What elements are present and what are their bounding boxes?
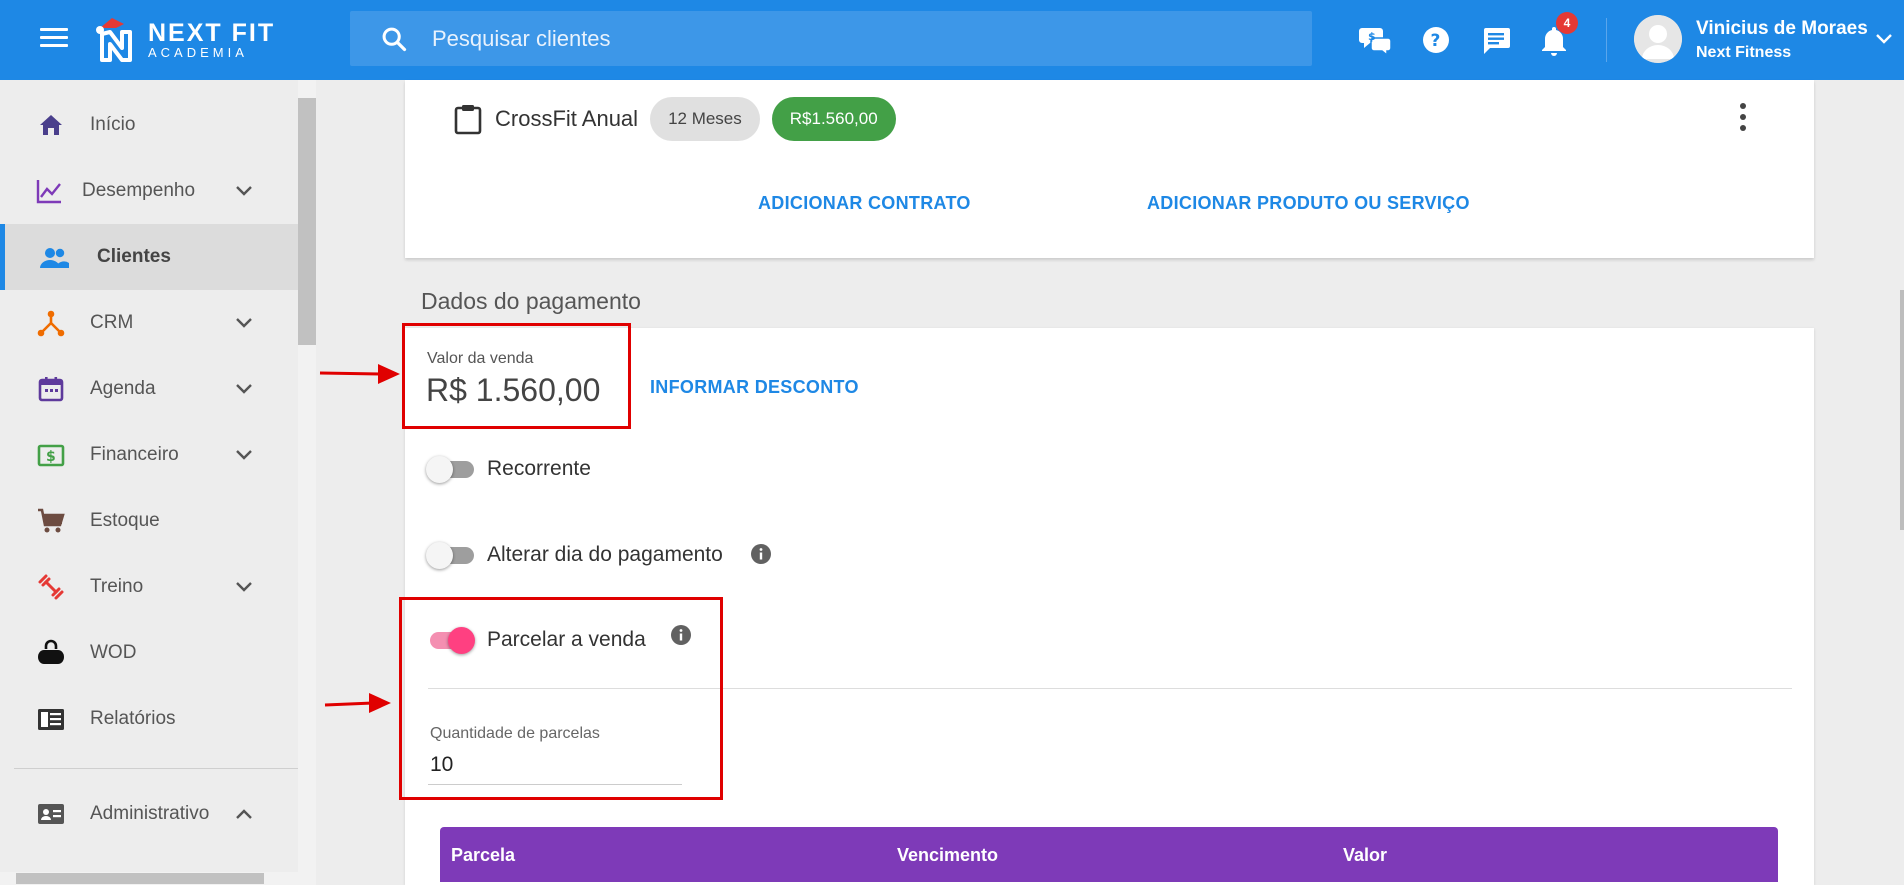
svg-text:$: $ xyxy=(1368,30,1376,43)
chevron-down-icon xyxy=(236,186,252,196)
dumbbell-icon xyxy=(38,574,64,600)
crm-network-icon xyxy=(37,310,65,337)
add-contract-button[interactable]: ADICIONAR CONTRATO xyxy=(758,193,971,214)
chevron-down-icon xyxy=(236,582,252,592)
user-name: Vinicius de Moraes xyxy=(1696,18,1868,39)
sidebar-scrollbar-thumb[interactable] xyxy=(298,98,316,345)
recorrente-toggle[interactable] xyxy=(426,454,476,484)
sidebar-item-label: Início xyxy=(90,114,136,135)
logo-title: NEXT FIT xyxy=(148,19,276,47)
chevron-down-icon[interactable] xyxy=(1874,32,1894,46)
sidebar-item-relatorios[interactable]: Relatórios xyxy=(0,686,298,752)
discount-button[interactable]: INFORMAR DESCONTO xyxy=(650,377,859,398)
page-scrollbar[interactable] xyxy=(1900,290,1904,530)
sidebar-item-desempenho[interactable]: Desempenho xyxy=(0,158,298,224)
sidebar-item-label: Financeiro xyxy=(90,444,179,465)
help-icon[interactable]: ? xyxy=(1418,22,1454,58)
logo-mark-icon xyxy=(92,14,142,66)
sidebar: Início Desempenho Clientes CRM Agenda $ … xyxy=(0,80,298,885)
sidebar-item-agenda[interactable]: Agenda xyxy=(0,356,298,422)
more-vert-icon[interactable] xyxy=(1737,100,1749,134)
svg-text:?: ? xyxy=(1431,31,1441,51)
chevron-down-icon xyxy=(236,450,252,460)
people-icon xyxy=(40,248,69,268)
id-card-icon xyxy=(38,804,64,824)
sidebar-divider xyxy=(14,768,298,769)
sidebar-item-treino[interactable]: Treino xyxy=(0,554,298,620)
sidebar-item-label: WOD xyxy=(90,642,137,663)
logo-subtitle: ACADEMIA xyxy=(148,45,248,60)
search-bar[interactable]: Pesquisar clientes xyxy=(350,11,1312,66)
sidebar-horizontal-scrollbar-thumb[interactable] xyxy=(16,873,264,884)
chevron-down-icon xyxy=(236,384,252,394)
duration-chip: 12 Meses xyxy=(650,97,760,141)
notification-badge: 4 xyxy=(1556,12,1578,34)
col-header-parcela: Parcela xyxy=(451,845,516,865)
search-icon xyxy=(382,27,407,51)
report-icon xyxy=(38,709,64,730)
sidebar-item-administrativo[interactable]: Administrativo xyxy=(0,781,298,847)
contract-name: CrossFit Anual xyxy=(495,106,639,131)
sidebar-item-estoque[interactable]: Estoque xyxy=(0,488,298,554)
user-info[interactable]: Vinicius de Moraes Next Fitness xyxy=(1696,18,1868,62)
menu-icon[interactable] xyxy=(40,28,68,52)
chart-line-icon xyxy=(36,180,61,204)
section-title: Dados do pagamento xyxy=(421,288,641,314)
chat-money-icon[interactable]: $ xyxy=(1358,22,1394,58)
sidebar-item-inicio[interactable]: Início xyxy=(0,92,298,158)
add-product-button[interactable]: ADICIONAR PRODUTO OU SERVIÇO xyxy=(1147,193,1470,214)
sidebar-item-label: CRM xyxy=(90,312,134,333)
annotation-box xyxy=(399,597,723,800)
header-divider xyxy=(1606,18,1607,62)
logo[interactable]: NEXT FIT ACADEMIA xyxy=(92,14,275,66)
sidebar-item-label: Estoque xyxy=(90,510,160,531)
message-icon[interactable] xyxy=(1478,22,1514,58)
chevron-up-icon xyxy=(236,809,252,819)
sidebar-item-crm[interactable]: CRM xyxy=(0,290,298,356)
annotation-arrow-icon xyxy=(319,364,400,384)
alterar-dia-label: Alterar dia do pagamento xyxy=(487,543,723,566)
cart-icon xyxy=(38,508,65,533)
money-icon: $ xyxy=(37,444,65,467)
col-header-vencimento: Vencimento xyxy=(897,845,999,865)
recorrente-label: Recorrente xyxy=(487,457,591,480)
sidebar-item-label: Agenda xyxy=(90,378,156,399)
sidebar-item-label: Desempenho xyxy=(82,180,196,201)
sidebar-item-label: Administrativo xyxy=(90,803,210,824)
sidebar-item-label: Treino xyxy=(90,576,144,597)
annotation-box xyxy=(402,323,631,429)
contract-card: CrossFit Anual 12 Meses R$1.560,00 ADICI… xyxy=(405,80,1814,258)
svg-text:$: $ xyxy=(46,449,56,465)
home-icon xyxy=(40,115,62,135)
info-icon[interactable] xyxy=(750,543,772,565)
avatar[interactable] xyxy=(1634,15,1682,63)
sidebar-item-wod[interactable]: WOD xyxy=(0,620,298,686)
contract-row: CrossFit Anual 12 Meses R$1.560,00 xyxy=(453,96,896,142)
search-input[interactable]: Pesquisar clientes xyxy=(432,26,611,52)
alterar-dia-toggle[interactable] xyxy=(426,540,476,570)
chevron-down-icon xyxy=(236,318,252,328)
calendar-icon xyxy=(38,377,64,402)
sidebar-item-label: Relatórios xyxy=(90,708,176,729)
top-app-bar: NEXT FIT ACADEMIA Pesquisar clientes $ ?… xyxy=(0,0,1904,80)
sidebar-item-clientes[interactable]: Clientes xyxy=(0,224,298,290)
price-chip: R$1.560,00 xyxy=(771,97,896,141)
sidebar-item-financeiro[interactable]: $ Financeiro xyxy=(0,422,298,488)
sidebar-item-label: Clientes xyxy=(97,246,171,267)
col-header-valor: Valor xyxy=(1343,845,1388,865)
user-company: Next Fitness xyxy=(1696,44,1792,61)
annotation-arrow-icon xyxy=(324,693,391,713)
kettlebell-icon xyxy=(38,639,64,664)
installments-table-header: Parcela Vencimento Valor xyxy=(440,827,1778,882)
clipboard-icon xyxy=(454,105,482,135)
